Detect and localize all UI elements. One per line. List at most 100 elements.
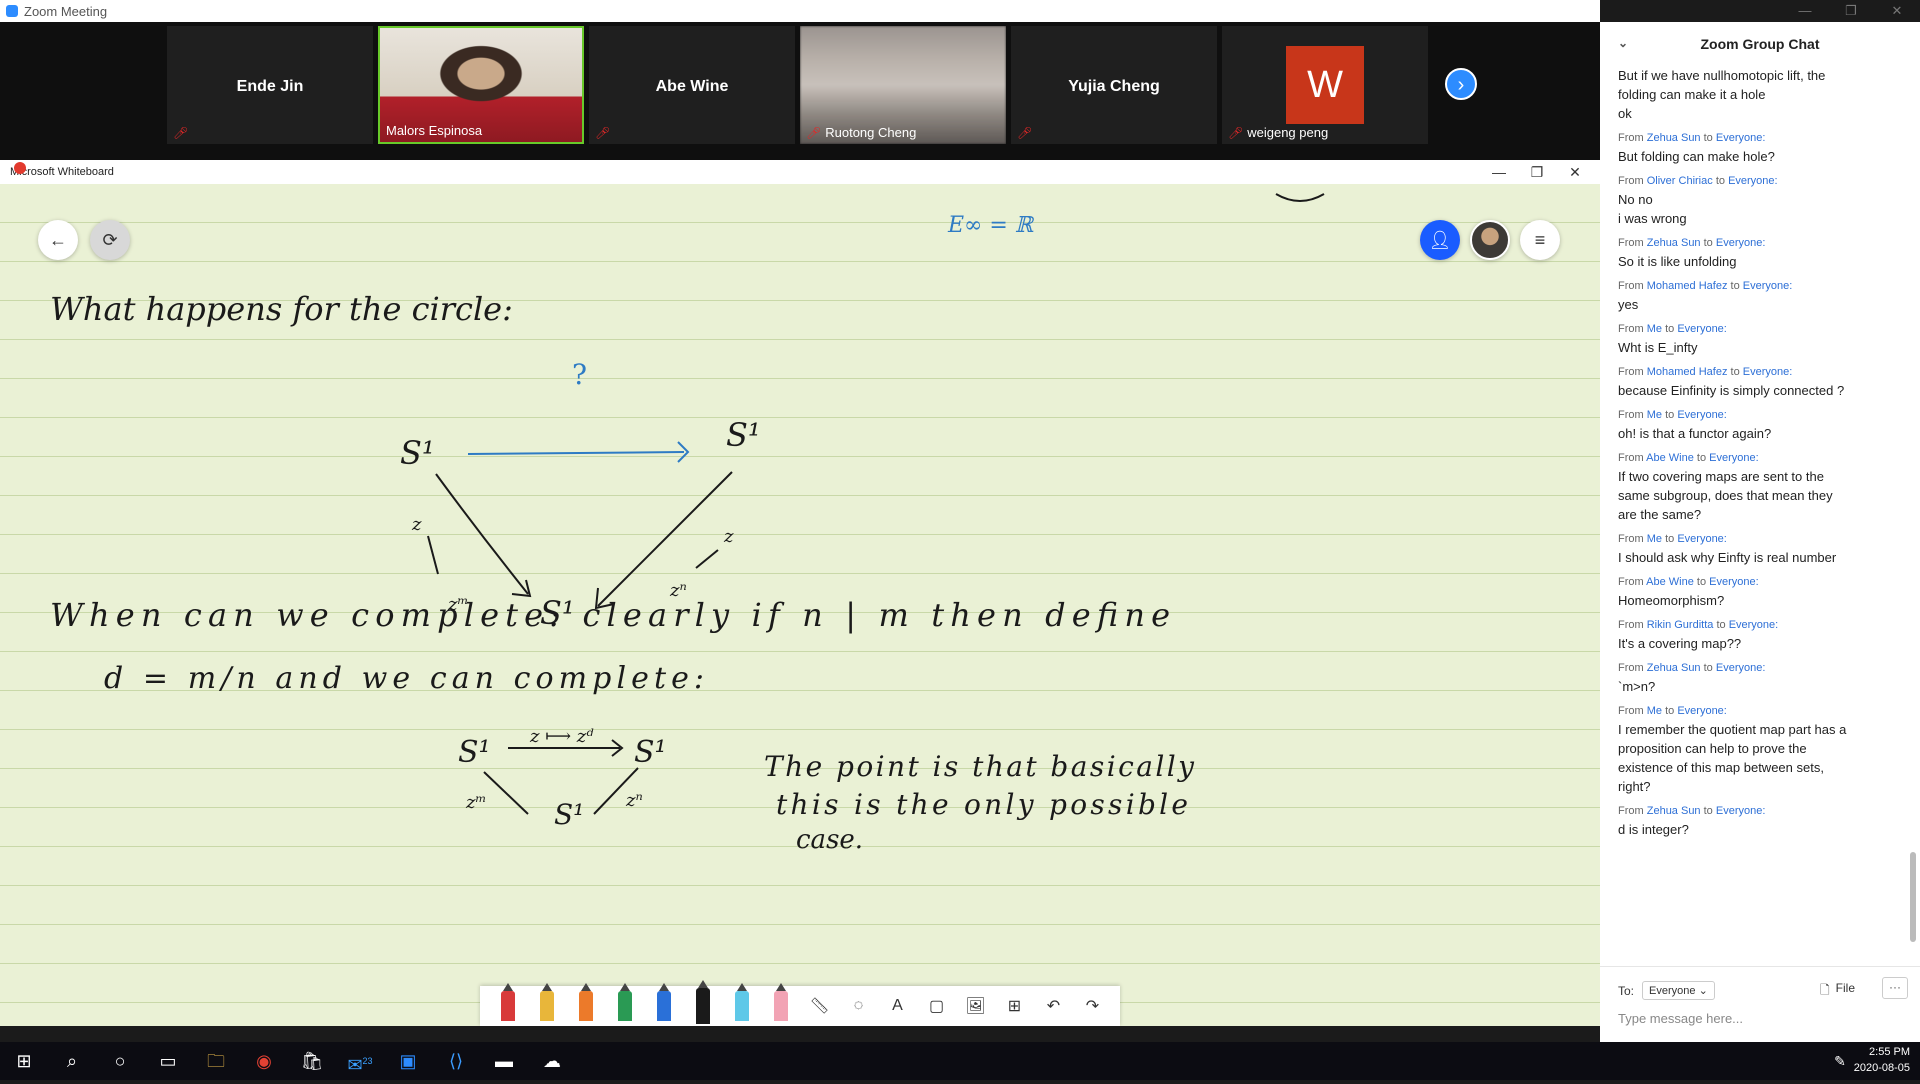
undo-tool[interactable]: ↶	[1034, 986, 1073, 1026]
ink-label-z-right: z	[723, 526, 734, 547]
mail-icon[interactable]: ✉23	[336, 1042, 384, 1080]
ruler-tool[interactable]: 📏︎	[800, 986, 839, 1026]
restore-button[interactable]: ❐	[1828, 0, 1874, 22]
pen-red-tool[interactable]	[488, 983, 527, 1026]
chat-from-prefix: From	[1618, 662, 1644, 674]
pen-orange-icon	[578, 983, 593, 1021]
whiteboard-app-icon[interactable]: ☁	[528, 1042, 576, 1080]
whiteboard-canvas[interactable]: E∞ = ℝ What happens for the circle: S¹ S…	[0, 184, 1600, 1026]
participant-label: 🎤︎ Ruotong Cheng	[806, 125, 916, 140]
back-button[interactable]: ←	[38, 220, 78, 260]
minimize-button[interactable]: —	[1782, 0, 1828, 22]
eraser-tool[interactable]	[761, 983, 800, 1026]
user-avatar[interactable]	[1470, 220, 1510, 260]
chat-sender: Oliver Chiriac	[1646, 175, 1713, 187]
close-button[interactable]: ✕	[1556, 160, 1594, 184]
chat-message-meta: From Oliver Chiriac to Everyone:	[1618, 175, 1892, 187]
ink-curve-fragment	[1275, 193, 1325, 202]
ruler-icon: 📏︎	[809, 998, 830, 1015]
ink-map-z-to-zd: z ⟼ zᵈ	[529, 726, 594, 747]
minimize-button[interactable]: —	[1480, 160, 1518, 184]
store-icon[interactable]: 🛍︎	[288, 1042, 336, 1080]
insert-tool[interactable]: ⊞	[995, 986, 1034, 1026]
terminal-icon[interactable]: ▬	[480, 1042, 528, 1080]
pen-black-tool[interactable]	[683, 980, 722, 1026]
chat-to-word: to	[1696, 576, 1707, 588]
zoom-window-controls: — ❐ ✕	[1782, 0, 1920, 22]
chat-scrollbar[interactable]	[1910, 852, 1916, 942]
pen-yellow-tool[interactable]	[527, 983, 566, 1026]
chat-to-word: to	[1730, 280, 1740, 292]
pen-green-tool[interactable]	[605, 983, 644, 1026]
pen-orange-tool[interactable]	[566, 983, 605, 1026]
cortana-icon[interactable]: ○	[96, 1042, 144, 1080]
chat-message-text: i was wrong	[1618, 211, 1687, 226]
chat-sender: Me	[1646, 533, 1663, 545]
chat-recipient: Everyone:	[1742, 366, 1793, 378]
chrome-icon[interactable]: ◉	[240, 1042, 288, 1080]
muted-mic-icon: 🎤︎	[806, 125, 822, 140]
chat-message: From Me to Everyone: I remember the quoti…	[1618, 705, 1892, 796]
participant-status: 🎤︎	[595, 126, 614, 140]
highlighter-tool[interactable]	[722, 983, 761, 1026]
chat-sender: Rikin Gurditta	[1646, 619, 1714, 631]
ink-note-line1: The point is that basically	[764, 750, 1195, 783]
chat-message-text: right?	[1618, 779, 1651, 794]
participant-name: Yujia Cheng	[1068, 78, 1160, 95]
gallery-next-page-button[interactable]: ›	[1445, 68, 1477, 100]
share-button[interactable]: 👤︎	[1420, 220, 1460, 260]
file-button[interactable]: 🗋︎ File	[1820, 981, 1855, 1002]
image-tool[interactable]: 🖼︎	[956, 986, 995, 1026]
windows-taskbar: ⊞ ⌕ ○ ▭ 🗀︎ ◉ 🛍︎ ✉23 ▣ ⟨⟩ ▬ ☁ ✎ 2:55 PM 2…	[0, 1042, 1920, 1080]
recipient-dropdown[interactable]: Everyone ⌄	[1642, 981, 1715, 1000]
chat-message-meta: From Me to Everyone:	[1618, 409, 1892, 421]
pen-red-icon	[500, 983, 515, 1021]
settings-menu-button[interactable]: ≡	[1520, 220, 1560, 260]
chat-message-text: same subgroup, does that mean they	[1618, 488, 1833, 503]
ink-line-what-happens: What happens for the circle:	[50, 290, 513, 328]
chat-to-word: to	[1665, 323, 1675, 335]
file-explorer-icon[interactable]: 🗀︎	[192, 1042, 240, 1080]
chat-recipient: Everyone:	[1728, 619, 1779, 631]
ink-note-line2: this is the only possible	[776, 788, 1188, 821]
task-view-icon[interactable]: ▭	[144, 1042, 192, 1080]
start-windows-icon[interactable]: ⊞	[0, 1042, 48, 1080]
participant-tile[interactable]: Yujia Cheng 🎤︎	[1011, 26, 1217, 144]
participant-tile[interactable]: Ende Jin 🎤︎	[167, 26, 373, 144]
sync-button[interactable]: ⟳	[90, 220, 130, 260]
redo-tool[interactable]: ↷	[1073, 986, 1112, 1026]
chat-message: From Zehua Sun to Everyone: `m>n?	[1618, 662, 1892, 696]
chat-message-list[interactable]: But if we have nullhomotopic lift, the fo…	[1600, 66, 1910, 956]
participant-status: 🎤︎	[1017, 126, 1036, 140]
chevron-down-icon[interactable]: ⌄	[1618, 36, 1628, 50]
text-tool[interactable]: A	[878, 986, 917, 1026]
pen-blue-tool[interactable]	[644, 983, 683, 1026]
restore-button[interactable]: ❐	[1518, 160, 1556, 184]
pen-yellow-icon	[539, 983, 554, 1021]
search-icon[interactable]: ⌕	[48, 1042, 96, 1080]
lasso-tool[interactable]: ◌	[839, 986, 878, 1026]
zoom-app-icon[interactable]: ▣	[384, 1042, 432, 1080]
chat-message-input[interactable]: Type message here...	[1618, 1011, 1743, 1026]
participant-tile-active[interactable]: Malors Espinosa	[378, 26, 584, 144]
chat-message: From Me to Everyone: Wht is E_infty	[1618, 323, 1892, 357]
chat-message-text: Wht is E_infty	[1618, 340, 1698, 355]
more-options-button[interactable]: ···	[1882, 977, 1908, 999]
taskbar-clock[interactable]: 2:55 PM 2020-08-05	[1854, 1044, 1910, 1076]
participant-tile[interactable]: 🎤︎ Ruotong Cheng	[800, 26, 1006, 144]
close-button[interactable]: ✕	[1874, 0, 1920, 22]
chat-from-prefix: From	[1618, 280, 1644, 292]
participant-label-text: weigeng peng	[1247, 125, 1329, 140]
participant-tile[interactable]: W 🎤︎ weigeng peng	[1222, 26, 1428, 144]
vscode-icon[interactable]: ⟨⟩	[432, 1042, 480, 1080]
ink-s1-d-bottom: S¹	[554, 798, 584, 831]
participant-tile[interactable]: Abe Wine 🎤︎	[589, 26, 795, 144]
participant-status: 🎤︎	[173, 126, 192, 140]
chat-message: From Me to Everyone: I should ask why Ein…	[1618, 533, 1892, 567]
arrow-left-icon: ←	[49, 230, 67, 250]
chat-message-meta: From Mohamed Hafez to Everyone:	[1618, 280, 1892, 292]
chat-panel: ⌄ Zoom Group Chat But if we have nullhom…	[1600, 22, 1920, 1042]
chat-to-word: to	[1665, 705, 1675, 717]
note-tool[interactable]: ▢	[917, 986, 956, 1026]
chat-sender: Zehua Sun	[1646, 662, 1701, 674]
